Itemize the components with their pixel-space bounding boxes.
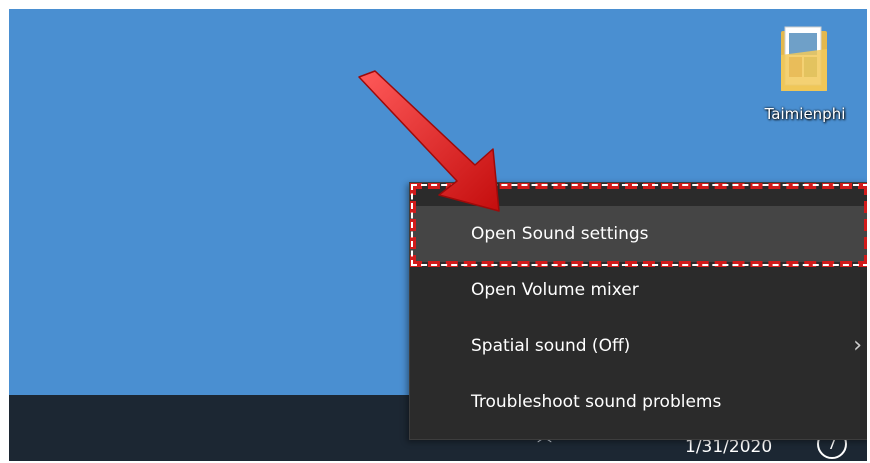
menu-item-label: Spatial sound (Off) (471, 336, 631, 356)
menu-item-label: Open Sound settings (471, 224, 649, 244)
desktop-shortcut-taimienphi[interactable]: Taimienphi (757, 25, 853, 123)
desktop-icon-label: Taimienphi (764, 105, 846, 123)
menu-item-open-volume-mixer[interactable]: Open Volume mixer (410, 262, 867, 318)
menu-item-label: Troubleshoot sound problems (471, 392, 722, 412)
desktop: Taimienphi ︿ 1/31/2020 7 Open Sound sett… (9, 9, 867, 461)
menu-item-spatial-sound[interactable]: Spatial sound (Off) › (410, 318, 867, 374)
photo-folder-icon (779, 25, 831, 95)
sound-context-menu: Open Sound settings Open Volume mixer Sp… (409, 182, 867, 440)
menu-item-label: Open Volume mixer (471, 280, 639, 300)
menu-item-open-sound-settings[interactable]: Open Sound settings (410, 206, 867, 262)
menu-item-troubleshoot-sound[interactable]: Troubleshoot sound problems (410, 374, 867, 430)
chevron-right-icon: › (853, 333, 862, 358)
taskbar-date[interactable]: 1/31/2020 (685, 437, 772, 457)
